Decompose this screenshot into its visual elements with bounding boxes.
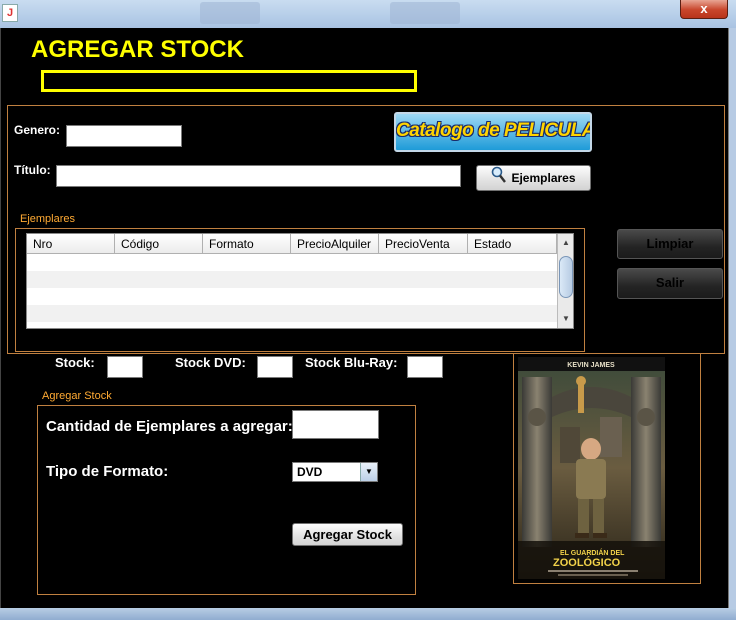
window-titlebar[interactable]: J x bbox=[0, 0, 736, 28]
chevron-down-icon[interactable]: ▼ bbox=[360, 463, 377, 481]
titulo-label: Título: bbox=[14, 163, 51, 177]
ejemplares-button[interactable]: Ejemplares bbox=[476, 165, 591, 191]
window-frame-right bbox=[728, 28, 736, 608]
titulo-input[interactable] bbox=[56, 165, 461, 187]
stock-dvd-input[interactable] bbox=[257, 356, 293, 378]
taskbar-strip bbox=[0, 608, 736, 620]
titlebar-glass-decoration bbox=[200, 2, 260, 24]
tipo-formato-label: Tipo de Formato: bbox=[46, 463, 169, 480]
column-header-precio-venta[interactable]: PrecioVenta bbox=[379, 234, 468, 254]
movie-poster-image: KEVIN JAMES EL GUARDIÁN DEL ZOOLÓGICO bbox=[518, 357, 665, 579]
ejemplares-table[interactable]: Nro Código Formato PrecioAlquiler Precio… bbox=[26, 233, 574, 329]
column-header-nro[interactable]: Nro bbox=[27, 234, 115, 254]
close-window-button[interactable]: x bbox=[680, 0, 728, 19]
poster-title-line2: ZOOLÓGICO bbox=[553, 556, 621, 569]
scrollbar-thumb[interactable] bbox=[559, 256, 573, 298]
table-scrollbar[interactable]: ▲ ▼ bbox=[557, 234, 573, 328]
progress-bar bbox=[41, 70, 417, 92]
poster-title-line1: EL GUARDIÁN DEL bbox=[560, 548, 625, 557]
salir-button[interactable]: Salir bbox=[617, 268, 723, 299]
cantidad-label: Cantidad de Ejemplares a agregar: bbox=[46, 418, 293, 435]
app-window: AGREGAR STOCK Genero: Catalogo de PELICU… bbox=[0, 28, 729, 608]
stock-input[interactable] bbox=[107, 356, 143, 378]
poster-actor-name: KEVIN JAMES bbox=[567, 362, 615, 369]
stock-dvd-label: Stock DVD: bbox=[175, 355, 246, 370]
stock-label: Stock: bbox=[55, 355, 95, 370]
agregar-stock-group-title: Agregar Stock bbox=[42, 390, 112, 402]
stock-bluray-label: Stock Blu-Ray: bbox=[305, 355, 398, 370]
table-row[interactable] bbox=[27, 271, 557, 288]
tipo-formato-select[interactable]: DVD ▼ bbox=[292, 462, 378, 482]
tipo-formato-selected: DVD bbox=[297, 465, 323, 479]
catalogo-peliculas-button[interactable]: Catalogo de PELICULAS bbox=[394, 112, 592, 152]
genero-label: Genero: bbox=[14, 123, 61, 137]
table-row[interactable] bbox=[27, 305, 557, 322]
ejemplares-group-title: Ejemplares bbox=[20, 213, 76, 225]
page-title: AGREGAR STOCK bbox=[31, 36, 244, 63]
scroll-up-icon[interactable]: ▲ bbox=[559, 236, 573, 250]
titlebar-glass-decoration bbox=[390, 2, 460, 24]
column-header-formato[interactable]: Formato bbox=[203, 234, 291, 254]
java-app-icon: J bbox=[2, 4, 18, 22]
column-header-precio-alquiler[interactable]: PrecioAlquiler bbox=[291, 234, 379, 254]
column-header-estado[interactable]: Estado bbox=[468, 234, 557, 254]
magnifier-icon bbox=[491, 166, 507, 192]
genero-input[interactable] bbox=[66, 125, 182, 147]
cantidad-input[interactable] bbox=[292, 410, 379, 439]
column-header-codigo[interactable]: Código bbox=[115, 234, 203, 254]
scroll-down-icon[interactable]: ▼ bbox=[559, 312, 573, 326]
ejemplares-button-label: Ejemplares bbox=[511, 171, 576, 186]
table-row[interactable] bbox=[27, 288, 557, 305]
table-row[interactable] bbox=[27, 254, 557, 271]
table-header: Nro Código Formato PrecioAlquiler Precio… bbox=[27, 234, 557, 254]
limpiar-button[interactable]: Limpiar bbox=[617, 229, 723, 259]
agregar-stock-button[interactable]: Agregar Stock bbox=[292, 523, 403, 546]
stock-bluray-input[interactable] bbox=[407, 356, 443, 378]
